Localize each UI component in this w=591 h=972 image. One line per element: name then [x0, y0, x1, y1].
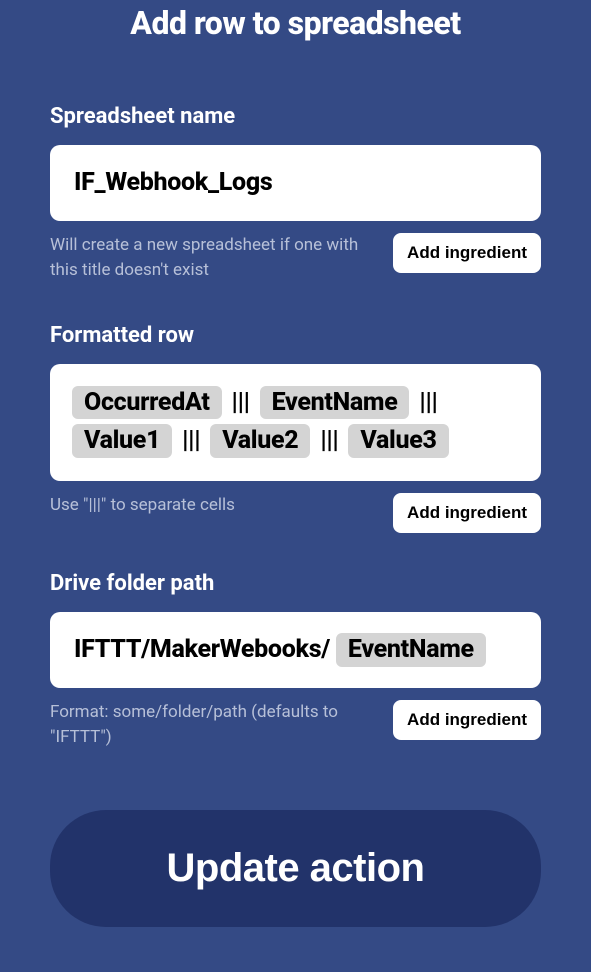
add-ingredient-button-row[interactable]: Add ingredient: [393, 493, 541, 533]
field-drive-folder-path: Drive folder path IFTTT/MakerWebooks/ Ev…: [50, 571, 541, 750]
ingredient-pill-eventname[interactable]: EventName: [260, 386, 410, 420]
spreadsheet-name-input[interactable]: IF_Webhook_Logs: [50, 145, 541, 221]
cell-separator: |||: [310, 426, 348, 455]
ingredient-pill-value3[interactable]: Value3: [348, 424, 448, 458]
formatted-row-label: Formatted row: [50, 323, 541, 348]
field-formatted-row: Formatted row OccurredAt ||| EventName |…: [50, 323, 541, 534]
ingredient-pill-occurredat[interactable]: OccurredAt: [72, 386, 222, 420]
ingredient-pill-value1[interactable]: Value1: [72, 424, 172, 458]
spreadsheet-name-helper: Will create a new spreadsheet if one wit…: [50, 233, 377, 282]
field-spreadsheet-name: Spreadsheet name IF_Webhook_Logs Will cr…: [50, 104, 541, 283]
ingredient-pill-value2[interactable]: Value2: [210, 424, 310, 458]
spreadsheet-name-label: Spreadsheet name: [50, 104, 541, 129]
add-ingredient-button-path[interactable]: Add ingredient: [393, 700, 541, 740]
drive-folder-path-label: Drive folder path: [50, 571, 541, 596]
drive-folder-path-input[interactable]: IFTTT/MakerWebooks/ EventName: [50, 612, 541, 688]
ingredient-pill-eventname-path[interactable]: EventName: [336, 633, 486, 667]
cell-separator: |||: [409, 388, 441, 417]
cell-separator: |||: [222, 388, 260, 417]
formatted-row-helper: Use "|||" to separate cells: [50, 493, 377, 518]
cell-separator: |||: [172, 426, 210, 455]
formatted-row-input[interactable]: OccurredAt ||| EventName ||| Value1 ||| …: [50, 364, 541, 482]
add-ingredient-button-spreadsheet[interactable]: Add ingredient: [393, 233, 541, 273]
drive-folder-path-helper: Format: some/folder/path (defaults to "I…: [50, 700, 377, 749]
page-title: Add row to spreadsheet: [50, 0, 541, 42]
update-action-button[interactable]: Update action: [50, 810, 541, 927]
drive-path-prefix: IFTTT/MakerWebooks/: [74, 635, 330, 664]
